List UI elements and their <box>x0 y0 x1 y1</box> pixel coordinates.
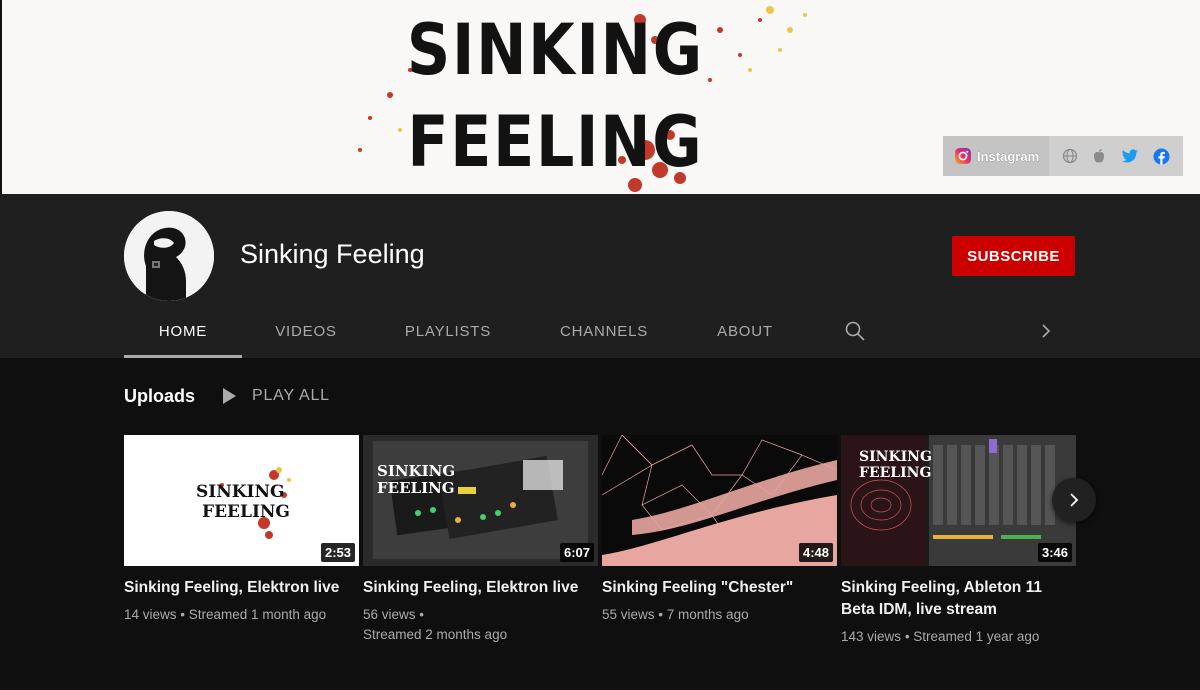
shelf-next-button[interactable] <box>1052 478 1096 522</box>
view-count: 14 views <box>124 607 177 622</box>
video-card[interactable]: SINKING FEELING 3:46 Sinking Feeling, Ab… <box>841 435 1076 647</box>
tab-videos[interactable]: VIDEOS <box>260 304 352 358</box>
thumbnail-text-line1: SINKING <box>859 449 932 465</box>
other-links <box>1049 136 1183 176</box>
channel-banner: SINKING FEELING Instagram <box>0 0 1200 194</box>
video-card[interactable]: SINKING FEELING 6:07 Sinking Feeling, El… <box>363 435 598 645</box>
meta-separator: • <box>180 607 189 622</box>
globe-icon[interactable] <box>1062 148 1078 164</box>
channel-header: Sinking Feeling SUBSCRIBE HOME VIDEOS PL… <box>0 194 1200 358</box>
video-duration: 2:53 <box>320 543 355 562</box>
tab-about[interactable]: ABOUT <box>702 304 788 358</box>
video-card[interactable]: 4:48 Sinking Feeling "Chester" 55 views … <box>602 435 837 625</box>
banner-edge <box>0 0 2 194</box>
thumbnail-text-line1: SINKING <box>196 482 285 502</box>
upload-age: Streamed 1 year ago <box>913 629 1040 644</box>
instagram-icon <box>955 148 971 164</box>
chevron-right-icon <box>1042 324 1051 338</box>
search-icon <box>845 321 865 341</box>
instagram-link[interactable]: Instagram <box>943 136 1049 176</box>
search-tab[interactable] <box>840 304 870 358</box>
tabs-scroll-right[interactable] <box>1034 304 1058 358</box>
meta-separator: • <box>419 607 425 622</box>
video-title-line1: Sinking Feeling, Ableton 11 <box>841 579 1042 596</box>
video-duration: 3:46 <box>1037 543 1072 562</box>
tab-playlists[interactable]: PLAYLISTS <box>390 304 506 358</box>
channel-name: Sinking Feeling <box>240 239 425 269</box>
video-title[interactable]: Sinking Feeling "Chester" <box>602 577 837 599</box>
video-thumbnail[interactable]: 4:48 <box>602 435 837 566</box>
apple-icon[interactable] <box>1092 148 1106 164</box>
avatar[interactable] <box>124 211 214 301</box>
video-meta: 14 views • Streamed 1 month ago <box>124 605 359 625</box>
view-count: 56 views <box>363 607 416 622</box>
video-duration: 4:48 <box>798 543 833 562</box>
upload-age: Streamed 2 months ago <box>363 627 508 642</box>
play-all-button[interactable]: PLAY ALL <box>220 386 330 406</box>
uploads-heading[interactable]: Uploads <box>124 386 195 407</box>
active-tab-indicator <box>124 355 242 358</box>
view-count: 143 views <box>841 629 902 644</box>
video-title[interactable]: Sinking Feeling, Ableton 11 Beta IDM, li… <box>841 577 1076 621</box>
video-title[interactable]: Sinking Feeling, Elektron live <box>363 577 598 599</box>
play-all-label: PLAY ALL <box>252 387 330 404</box>
twitter-icon[interactable] <box>1121 148 1139 164</box>
banner-title-line1: SINKING <box>406 9 704 91</box>
video-duration: 6:07 <box>559 543 594 562</box>
chevron-right-icon <box>1070 493 1079 507</box>
facebook-icon[interactable] <box>1153 148 1170 165</box>
video-thumbnail[interactable]: SINKING FEELING 3:46 <box>841 435 1076 566</box>
thumbnail-text-line2: FEELING <box>859 465 932 481</box>
video-meta: 143 views • Streamed 1 year ago <box>841 627 1076 647</box>
banner-title-line2: FEELING <box>407 101 704 183</box>
banner-title: SINKING FEELING <box>392 4 719 188</box>
video-meta: 55 views • 7 months ago <box>602 605 837 625</box>
tab-channels[interactable]: CHANNELS <box>544 304 664 358</box>
avatar-image <box>124 211 214 301</box>
subscribe-button[interactable]: SUBSCRIBE <box>952 236 1075 276</box>
meta-separator: • <box>658 607 667 622</box>
channel-links: Instagram <box>943 136 1183 176</box>
video-title[interactable]: Sinking Feeling, Elektron live <box>124 577 359 599</box>
thumbnail-text-line2: FEELING <box>202 502 290 522</box>
thumbnail-text-line1: SINKING <box>377 462 456 480</box>
view-count: 55 views <box>602 607 655 622</box>
tab-home[interactable]: HOME <box>124 304 242 358</box>
video-title-line2: Beta IDM, live stream <box>841 601 997 618</box>
video-thumbnail[interactable]: SINKING FEELING 6:07 <box>363 435 598 566</box>
instagram-label: Instagram <box>977 148 1040 164</box>
video-card[interactable]: SINKING FEELING 2:53 Sinking Feeling, El… <box>124 435 359 625</box>
thumbnail-text-line2: FEELING <box>377 479 455 497</box>
video-meta: 56 views • Streamed 2 months ago <box>363 605 598 645</box>
play-icon <box>223 388 236 404</box>
upload-age: Streamed 1 month ago <box>188 607 327 622</box>
video-thumbnail[interactable]: SINKING FEELING 2:53 <box>124 435 359 566</box>
upload-age: 7 months ago <box>666 607 749 622</box>
